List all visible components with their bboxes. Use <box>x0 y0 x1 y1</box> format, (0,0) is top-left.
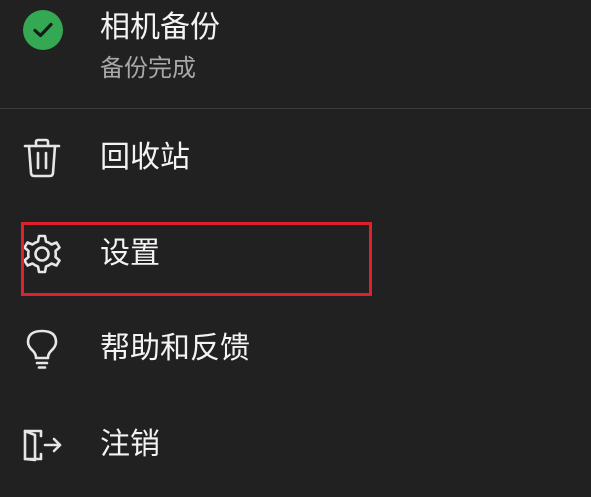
camera-backup-title: 相机备份 <box>100 10 220 45</box>
account-menu-screen: 相机备份 备份完成 回收站 设置 帮助和反馈 注销 <box>0 0 591 497</box>
menu-item-help-feedback[interactable]: 帮助和反馈 <box>0 309 591 389</box>
menu-item-help-feedback-label: 帮助和反馈 <box>100 331 250 366</box>
menu-item-sign-out[interactable]: 注销 <box>0 405 591 485</box>
gear-icon <box>20 232 64 276</box>
trash-icon <box>20 136 64 180</box>
menu-item-trash[interactable]: 回收站 <box>0 118 591 198</box>
camera-backup-status: 备份完成 <box>100 54 196 82</box>
menu-item-trash-label: 回收站 <box>100 140 190 175</box>
menu-item-settings-label: 设置 <box>100 236 160 271</box>
menu-item-sign-out-label: 注销 <box>100 427 160 462</box>
sign-out-icon <box>20 423 64 467</box>
divider <box>0 108 591 109</box>
check-circle-icon <box>23 10 63 50</box>
menu-item-settings[interactable]: 设置 <box>0 214 591 294</box>
camera-backup-row[interactable]: 相机备份 备份完成 <box>0 0 591 108</box>
lightbulb-icon <box>20 327 64 371</box>
